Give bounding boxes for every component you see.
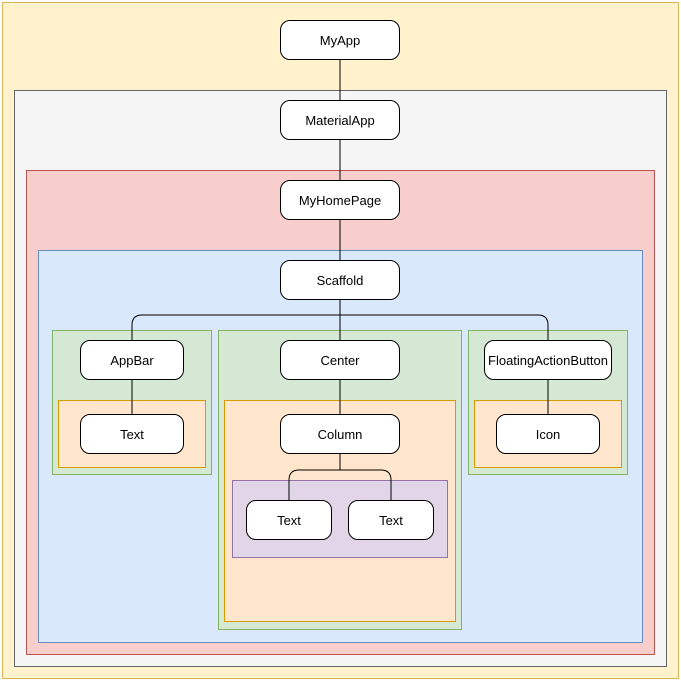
node-label: AppBar: [110, 353, 153, 368]
node-center: Center: [280, 340, 400, 380]
node-appbar: AppBar: [80, 340, 184, 380]
node-label: MaterialApp: [305, 113, 374, 128]
node-label: Center: [320, 353, 359, 368]
node-label: Text: [120, 427, 144, 442]
node-fab: FloatingActionButton: [484, 340, 612, 380]
node-column: Column: [280, 414, 400, 454]
node-label: Scaffold: [317, 273, 364, 288]
node-materialapp: MaterialApp: [280, 100, 400, 140]
node-column-text1: Text: [246, 500, 332, 540]
node-column-text2: Text: [348, 500, 434, 540]
node-label: MyApp: [320, 33, 360, 48]
node-icon: Icon: [496, 414, 600, 454]
node-myapp: MyApp: [280, 20, 400, 60]
node-label: Text: [379, 513, 403, 528]
node-scaffold: Scaffold: [280, 260, 400, 300]
node-label: MyHomePage: [299, 193, 381, 208]
node-label: Icon: [536, 427, 561, 442]
node-label: FloatingActionButton: [488, 353, 608, 368]
node-label: Column: [318, 427, 363, 442]
node-appbar-text: Text: [80, 414, 184, 454]
node-label: Text: [277, 513, 301, 528]
node-myhomepage: MyHomePage: [280, 180, 400, 220]
